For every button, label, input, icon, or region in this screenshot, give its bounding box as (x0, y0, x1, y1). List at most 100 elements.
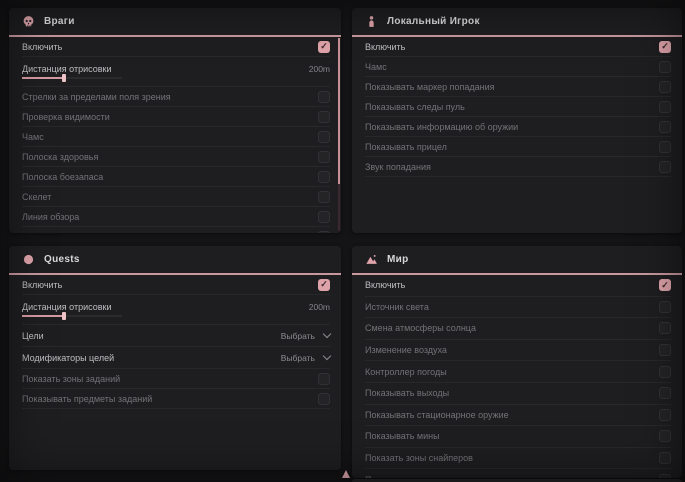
checkbox[interactable] (659, 387, 671, 399)
checkbox[interactable] (318, 91, 330, 103)
option-row[interactable]: Полоска здоровья (22, 147, 330, 167)
slider-row-top: Дистанция отрисовки 200m (22, 302, 330, 312)
panel-quests-rows: Включить Дистанция отрисовки 200m ЦелиВыбра… (9, 275, 341, 470)
panel-local-player: Локальный Игрок Включить ЧамсПоказывать м… (352, 8, 682, 233)
checkbox[interactable] (659, 301, 671, 313)
option-label: Дистанция отрисовки (22, 302, 112, 312)
option-row[interactable]: ЦелиВыбрать (22, 325, 330, 347)
checkbox[interactable] (659, 366, 671, 378)
checkbox[interactable] (318, 231, 330, 234)
option-row[interactable]: Показывать прицел (365, 137, 671, 157)
panel-title: Локальный Игрок (387, 16, 480, 27)
slider-handle[interactable] (62, 74, 66, 82)
checkbox[interactable] (659, 121, 671, 133)
option-label: Показывать следы пуль (365, 102, 465, 112)
option-label: Показывать прицел (365, 142, 447, 152)
option-label: Контроллер погоды (365, 367, 447, 377)
checkbox[interactable] (659, 474, 671, 478)
scrollbar-track[interactable] (338, 38, 340, 231)
slider-track[interactable] (22, 315, 122, 317)
option-row[interactable]: Контроллер погоды (365, 361, 671, 383)
checkbox[interactable] (659, 161, 671, 173)
checkbox[interactable] (318, 373, 330, 385)
option-row[interactable]: Показать зоны заданий (22, 369, 330, 389)
option-row[interactable]: Звук попадания (365, 157, 671, 177)
checkbox[interactable] (318, 171, 330, 183)
panel-world: Мир ВключитьИсточник светаСмена атмосфер… (352, 246, 682, 478)
option-row[interactable]: Проверка видимости (22, 107, 330, 127)
checkbox[interactable] (659, 430, 671, 442)
checkbox[interactable] (318, 41, 330, 53)
option-label: Включить (365, 42, 405, 52)
slider-value: 200m (309, 302, 330, 312)
option-row[interactable]: Показывать стационарное оружие (365, 405, 671, 427)
option-row[interactable]: Включить (365, 37, 671, 57)
option-row[interactable]: Изменение воздуха (365, 340, 671, 362)
scrollbar-thumb[interactable] (338, 38, 340, 184)
option-row[interactable]: Показывать маркер попадания (365, 77, 671, 97)
option-row[interactable]: Чамс (365, 57, 671, 77)
checkbox[interactable] (318, 111, 330, 123)
checkbox[interactable] (659, 141, 671, 153)
panel-local-player-rows: Включить ЧамсПоказывать маркер попадания П… (352, 37, 682, 233)
option-label: Показывать стационарное оружие (365, 410, 509, 420)
quest-circle-icon (22, 253, 35, 266)
option-row[interactable]: Чамс (22, 127, 330, 147)
checkbox[interactable] (318, 211, 330, 223)
option-row[interactable]: Показывать мины (365, 426, 671, 448)
option-row[interactable]: Источник света (365, 297, 671, 319)
option-row[interactable]: Включить (22, 37, 330, 57)
option-row[interactable]: Показать точки выхода (365, 469, 671, 478)
checkbox[interactable] (318, 279, 330, 291)
option-row[interactable]: Показать зоны снайперов (365, 448, 671, 470)
option-row[interactable]: Включить (365, 275, 671, 297)
option-row[interactable]: Модификаторы целей Выбрать (22, 347, 330, 369)
option-row[interactable]: Показывать следы пуль (22, 227, 330, 233)
option-row[interactable]: Дистанция отрисовки 200m (22, 295, 330, 325)
option-row[interactable]: Показывать информацию об оружии (365, 117, 671, 137)
game-overlay-menu: { "colors": { "accent": "#dda3a9", "head… (0, 0, 685, 482)
checkbox[interactable] (659, 81, 671, 93)
option-label: Звук попадания (365, 162, 431, 172)
checkbox[interactable] (318, 393, 330, 405)
option-label: Показывать мины (365, 431, 440, 441)
select-dropdown[interactable]: Выбрать (281, 331, 330, 341)
checkbox[interactable] (659, 344, 671, 356)
option-label: Смена атмосферы солнца (365, 323, 476, 333)
option-label: Показывать информацию об оружии (365, 122, 518, 132)
slider-handle[interactable] (62, 312, 66, 320)
checkbox[interactable] (318, 151, 330, 163)
option-row[interactable]: Полоска боезапаса (22, 167, 330, 187)
checkbox[interactable] (659, 61, 671, 73)
option-row[interactable]: Показывать предметы заданий (22, 389, 330, 409)
checkbox[interactable] (659, 41, 671, 53)
option-label: Показать зоны заданий (22, 374, 120, 384)
panel-quests: Quests ВключитьДистанция отрисовки200mЦе… (9, 246, 341, 470)
option-row[interactable]: Линия обзора (22, 207, 330, 227)
option-row[interactable]: Дистанция отрисовки200m (22, 57, 330, 87)
option-label: Показать зоны снайперов (365, 453, 473, 463)
checkbox[interactable] (659, 452, 671, 464)
slider-track[interactable] (22, 77, 122, 79)
checkbox[interactable] (659, 279, 671, 291)
checkbox[interactable] (659, 409, 671, 421)
option-row[interactable]: Показывать следы пуль (365, 97, 671, 117)
option-label: Проверка видимости (22, 112, 110, 122)
checkbox[interactable] (318, 131, 330, 143)
checkbox[interactable] (659, 322, 671, 334)
option-row[interactable]: Стрелки за пределами поля зрения (22, 87, 330, 107)
option-row[interactable]: Смена атмосферы солнца (365, 318, 671, 340)
option-label: Модификаторы целей (22, 353, 114, 363)
option-row[interactable]: Показывать выходы (365, 383, 671, 405)
option-label: Полоска боезапаса (22, 172, 103, 182)
option-label: Полоска здоровья (22, 152, 98, 162)
option-row[interactable]: Скелет (22, 187, 330, 207)
panel-enemies: Враги ВключитьДистанция отрисовки200mСтр… (9, 8, 341, 233)
option-label: Показывать следы пуль (22, 232, 122, 234)
select-value: Выбрать (281, 331, 315, 341)
checkbox[interactable] (659, 101, 671, 113)
skull-icon (22, 15, 35, 28)
checkbox[interactable] (318, 191, 330, 203)
select-dropdown[interactable]: Выбрать (281, 353, 330, 363)
option-row[interactable]: Включить (22, 275, 330, 295)
